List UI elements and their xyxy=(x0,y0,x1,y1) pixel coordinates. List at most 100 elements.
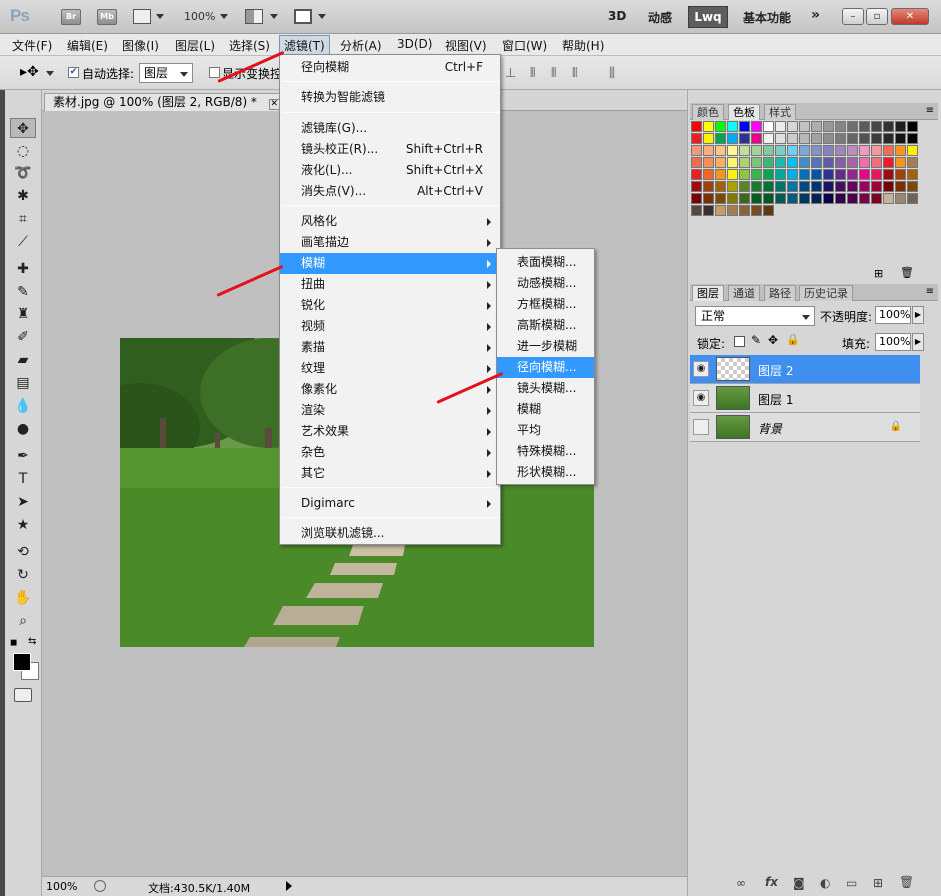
color-swatch[interactable] xyxy=(823,157,834,168)
color-swatch[interactable] xyxy=(907,181,918,192)
color-swatch[interactable] xyxy=(703,169,714,180)
fill-slider-arrow-icon[interactable]: ▶ xyxy=(912,333,924,351)
filter-menu-item[interactable]: 滤镜库(G)... xyxy=(280,118,500,139)
color-swatch[interactable] xyxy=(823,145,834,156)
color-swatch[interactable] xyxy=(715,193,726,204)
color-swatch[interactable] xyxy=(883,145,894,156)
eye-icon[interactable]: ◉ xyxy=(693,361,709,377)
blur-submenu-item[interactable]: 径向模糊... xyxy=(497,357,594,378)
color-swatch[interactable] xyxy=(775,145,786,156)
auto-select-checkbox[interactable]: ✔ xyxy=(68,67,79,78)
filter-menu-item[interactable]: 模糊 xyxy=(280,253,500,274)
color-swatch[interactable] xyxy=(727,169,738,180)
filter-menu-item[interactable]: 杂色 xyxy=(280,442,500,463)
blur-submenu-item[interactable]: 进一步模糊 xyxy=(497,336,594,357)
close-icon[interactable]: ✕ xyxy=(891,8,929,25)
color-swatch[interactable] xyxy=(739,169,750,180)
color-swatch[interactable] xyxy=(739,157,750,168)
color-swatch[interactable] xyxy=(883,181,894,192)
menu-view[interactable]: 视图(V) xyxy=(445,37,487,54)
adjustment-layer-icon[interactable]: ◐ xyxy=(820,876,830,890)
layer-style-icon[interactable]: fx xyxy=(765,875,778,889)
document-tab[interactable]: 素材.jpg @ 100% (图层 2, RGB/8) * ✕ xyxy=(44,93,289,111)
color-swatch[interactable] xyxy=(859,157,870,168)
color-swatch[interactable] xyxy=(847,145,858,156)
color-swatch[interactable] xyxy=(847,193,858,204)
color-swatch[interactable] xyxy=(835,145,846,156)
color-swatch[interactable] xyxy=(895,181,906,192)
color-swatch[interactable] xyxy=(703,133,714,144)
color-swatch[interactable] xyxy=(715,145,726,156)
color-swatch[interactable] xyxy=(739,193,750,204)
color-swatch[interactable] xyxy=(883,157,894,168)
color-swatch[interactable] xyxy=(847,121,858,132)
color-swatch[interactable] xyxy=(787,193,798,204)
quick-mask-icon[interactable] xyxy=(14,688,32,702)
color-swatch[interactable] xyxy=(739,133,750,144)
healing-brush-tool-icon[interactable]: ✚ xyxy=(10,259,36,279)
blur-submenu-item[interactable]: 模糊 xyxy=(497,399,594,420)
color-swatch[interactable] xyxy=(847,133,858,144)
tab-swatches[interactable]: 色板 xyxy=(728,104,760,120)
color-swatch[interactable] xyxy=(763,145,774,156)
color-swatch[interactable] xyxy=(775,157,786,168)
lock-pixels-icon[interactable]: ✎ xyxy=(751,333,761,347)
color-swatch[interactable] xyxy=(751,169,762,180)
blur-submenu-item[interactable]: 平均 xyxy=(497,420,594,441)
distribute-right-icon[interactable]: ⫴ xyxy=(572,66,577,81)
color-swatch[interactable] xyxy=(907,157,918,168)
color-swatch[interactable] xyxy=(763,133,774,144)
color-swatch[interactable] xyxy=(835,121,846,132)
color-swatch[interactable] xyxy=(691,157,702,168)
color-swatch[interactable] xyxy=(715,121,726,132)
auto-align-icon[interactable]: ⫼ xyxy=(609,66,615,81)
blend-mode-dropdown[interactable]: 正常 xyxy=(695,306,815,326)
filter-menu-item[interactable]: Digimarc xyxy=(280,493,500,514)
lock-transparency-icon[interactable] xyxy=(734,336,745,347)
color-swatch[interactable] xyxy=(907,121,918,132)
color-swatch[interactable] xyxy=(703,121,714,132)
color-swatch[interactable] xyxy=(811,145,822,156)
color-swatch[interactable] xyxy=(739,121,750,132)
blur-submenu-item[interactable]: 特殊模糊... xyxy=(497,441,594,462)
move-tool-preset-icon[interactable]: ▸✥ xyxy=(20,64,39,80)
color-swatch[interactable] xyxy=(703,181,714,192)
color-swatch[interactable] xyxy=(775,169,786,180)
chevron-down-icon[interactable] xyxy=(220,14,228,19)
color-swatch[interactable] xyxy=(835,169,846,180)
filter-menu-item[interactable]: 素描 xyxy=(280,337,500,358)
marquee-tool-icon[interactable]: ◌ xyxy=(10,141,36,161)
filter-menu-item[interactable]: 视频 xyxy=(280,316,500,337)
color-swatch[interactable] xyxy=(847,181,858,192)
filter-menu-item[interactable]: 锐化 xyxy=(280,295,500,316)
bridge-button[interactable]: Br xyxy=(61,9,81,25)
workspace-3d[interactable]: 3D xyxy=(608,9,626,23)
color-swatch[interactable] xyxy=(691,193,702,204)
brush-tool-icon[interactable]: ✎ xyxy=(10,282,36,302)
color-swatch[interactable] xyxy=(703,145,714,156)
color-swatch[interactable] xyxy=(871,145,882,156)
status-zoom[interactable]: 100% xyxy=(46,880,77,893)
filter-menu-item[interactable]: 其它 xyxy=(280,463,500,484)
foreground-color-swatch[interactable] xyxy=(13,653,31,671)
chevron-down-icon[interactable] xyxy=(46,71,54,76)
chevron-down-icon[interactable] xyxy=(156,14,164,19)
color-swatch[interactable] xyxy=(763,193,774,204)
panel-menu-icon[interactable]: ≡ xyxy=(926,286,934,297)
color-swatch[interactable] xyxy=(835,181,846,192)
fill-input[interactable]: 100% xyxy=(875,333,911,351)
blur-submenu-item[interactable]: 动感模糊... xyxy=(497,273,594,294)
status-options-icon[interactable] xyxy=(94,880,106,892)
crop-tool-icon[interactable]: ⌗ xyxy=(10,209,36,229)
status-menu-arrow-icon[interactable] xyxy=(286,881,292,891)
filter-menu-item[interactable]: 浏览联机滤镜... xyxy=(280,523,500,544)
color-swatch[interactable] xyxy=(691,145,702,156)
color-swatch[interactable] xyxy=(727,157,738,168)
color-swatch[interactable] xyxy=(739,181,750,192)
new-swatch-icon[interactable]: ⊞ xyxy=(874,267,883,280)
blur-submenu-item[interactable]: 方框模糊... xyxy=(497,294,594,315)
color-swatch[interactable] xyxy=(751,205,762,216)
color-swatch[interactable] xyxy=(859,169,870,180)
color-swatch[interactable] xyxy=(775,133,786,144)
color-swatch[interactable] xyxy=(835,193,846,204)
